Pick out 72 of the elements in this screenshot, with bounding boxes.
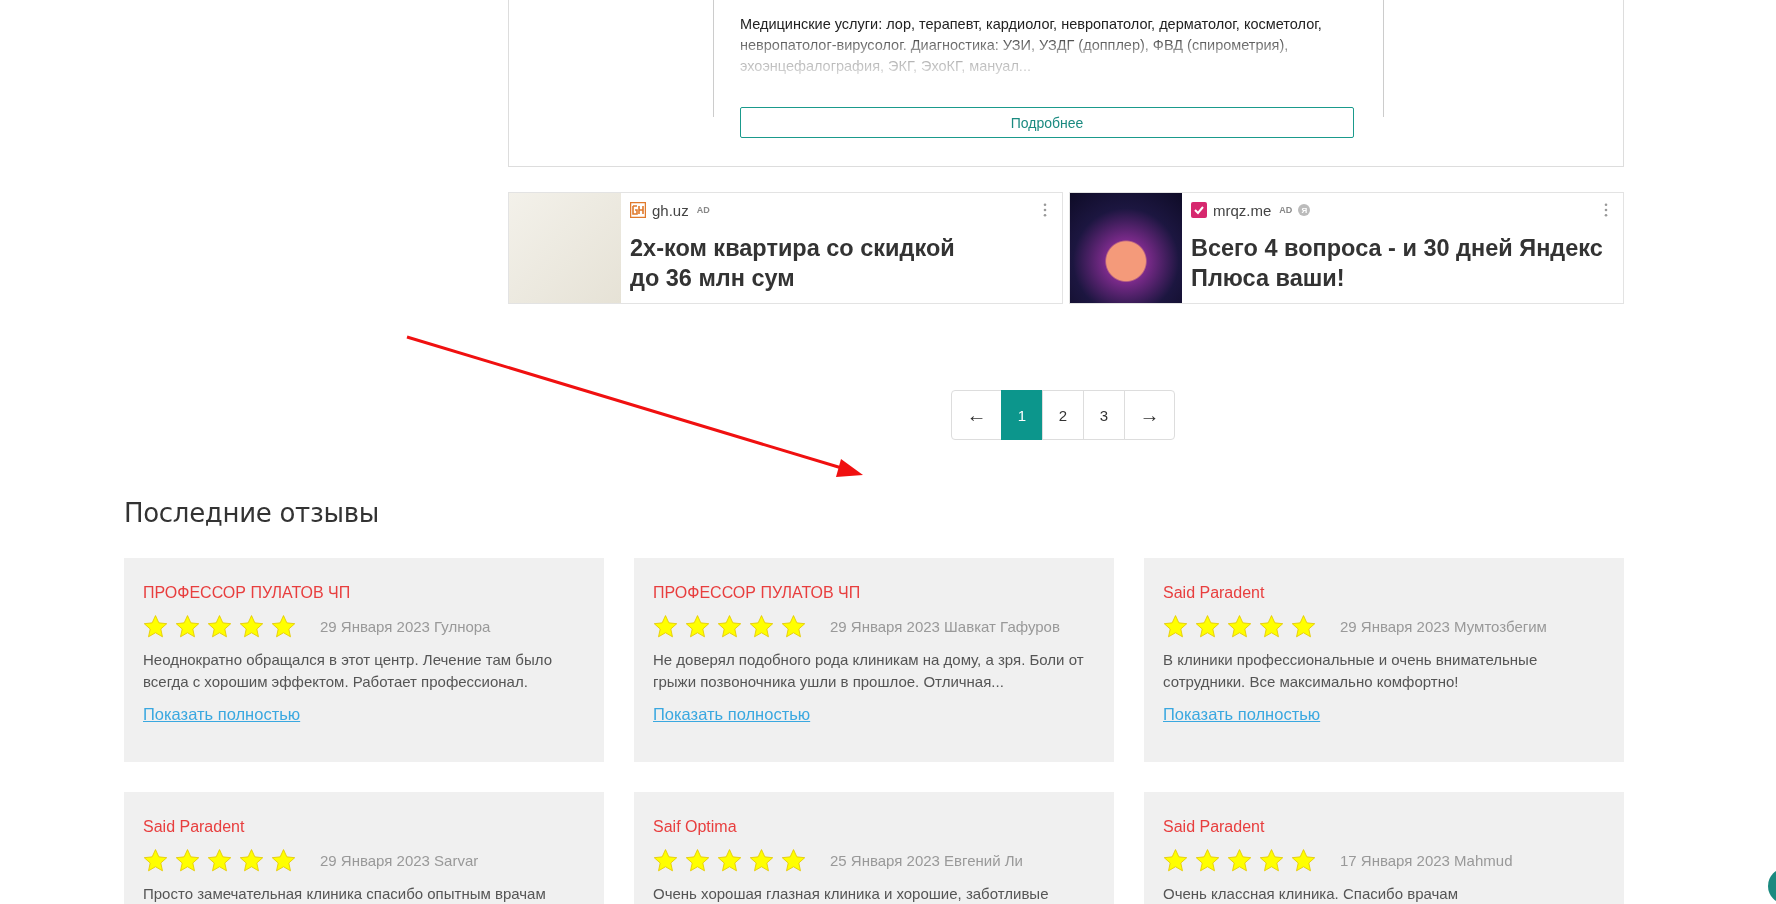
clinic-name[interactable]: ПРОФЕССОР ПУЛАТОВ ЧП: [143, 584, 585, 602]
star-icon: [207, 848, 232, 873]
star-icon: [749, 848, 774, 873]
page-button[interactable]: 1: [1001, 390, 1043, 440]
section-heading: Последние отзывы: [124, 498, 380, 528]
ad-headline[interactable]: 2х-ком квартира со скидкой до 36 млн сум: [630, 233, 975, 293]
star-icon: [207, 614, 232, 639]
review-text: Очень классная клиника. Спасибо врачам: [1163, 884, 1459, 904]
next-page-button[interactable]: →: [1124, 390, 1175, 440]
review-date-author: 29 Января 2023 Sarvar: [320, 852, 479, 869]
star-icon: [685, 614, 710, 639]
review-text: Очень хорошая глазная клиника и хорошие, заботливые: [653, 884, 1050, 904]
star-icon: [143, 614, 168, 639]
review-text: Просто замечательная клиника спасибо опытным врачам: [143, 884, 547, 904]
review-date-author: 29 Января 2023 Гулнора: [320, 618, 491, 635]
show-full-link[interactable]: Показать полностью: [143, 705, 301, 724]
star-icon: [239, 614, 264, 639]
star-icon: [653, 848, 678, 873]
review-date-author: 17 Января 2023 Mahmud: [1340, 852, 1513, 869]
details-button[interactable]: Подробнее: [740, 107, 1354, 138]
star-icon: [1259, 614, 1284, 639]
clinic-name[interactable]: Said Paradent: [1163, 584, 1605, 602]
star-icon: [239, 848, 264, 873]
clinic-name[interactable]: Said Paradent: [1163, 818, 1605, 836]
ad-card[interactable]: gh.uz AD 2х-ком квартира со скидкой до 36 млн сум: [508, 192, 1063, 304]
review-text: Неоднократно обращался в этот центр. Лечение там было всегда с хорошим эффектом. Работает профессионал.: [143, 650, 553, 692]
star-icon: [781, 848, 806, 873]
clinic-description: Медицинские услуги: лор, терапевт, кардиолог, невропатолог, дерматолог, косметолог, невропатолог-вирусолог. Диагностика: УЗИ, УЗДГ (допплер), ФВД (спирометрия), эхоэнцефалография, ЭКГ, ЭхоКГ, мануал...: [740, 15, 1323, 76]
star-icon: [1291, 848, 1316, 873]
clinic-name[interactable]: Said Paradent: [143, 818, 585, 836]
page-button[interactable]: 2: [1042, 390, 1084, 440]
star-icon: [1259, 848, 1284, 873]
star-icon: [1291, 614, 1316, 639]
star-icon: [1163, 614, 1188, 639]
clinic-name[interactable]: Saif Optima: [653, 818, 1095, 836]
review-date-author: 29 Января 2023 Шавкат Гафуров: [830, 618, 1060, 635]
star-icon: [1195, 614, 1220, 639]
show-full-link[interactable]: Показать полностью: [1163, 705, 1321, 724]
ad-label: AD: [696, 205, 710, 215]
review-date-author: 29 Января 2023 Мумтозбегим: [1340, 618, 1547, 635]
star-icon: [271, 848, 296, 873]
more-options-icon[interactable]: [1043, 203, 1047, 217]
more-options-icon[interactable]: [1604, 203, 1608, 217]
yandex-badge: Я: [1298, 204, 1311, 216]
ad-domain[interactable]: mrqz.me: [1213, 201, 1272, 219]
star-icon: [1227, 848, 1252, 873]
star-icon: [685, 848, 710, 873]
star-icon: [717, 614, 742, 639]
show-full-link[interactable]: Показать полностью: [653, 705, 811, 724]
star-icon: [175, 614, 200, 639]
previous-page-button[interactable]: ←: [951, 390, 1002, 440]
review-text: Не доверял подобного рода клиникам на дому, а зря. Боли от грыжи позвоночника ушли в прошлое. Отличная...: [653, 650, 1085, 692]
star-icon: [1195, 848, 1220, 873]
star-icon: [175, 848, 200, 873]
star-icon: [1163, 848, 1188, 873]
clinic-name[interactable]: ПРОФЕССОР ПУЛАТОВ ЧП: [653, 584, 1095, 602]
ad-headline[interactable]: Всего 4 вопроса - и 30 дней Яндекс Плюса ваши!: [1191, 233, 1613, 293]
star-icon: [653, 614, 678, 639]
star-icon: [781, 614, 806, 639]
ad-domain[interactable]: gh.uz: [652, 201, 689, 219]
star-icon: [143, 848, 168, 873]
ad-label: AD: [1279, 205, 1293, 215]
page-button[interactable]: 3: [1083, 390, 1125, 440]
star-icon: [749, 614, 774, 639]
star-icon: [271, 614, 296, 639]
checkbox-logo-icon: [1191, 202, 1207, 218]
ad-card[interactable]: mrqz.me AD Я Всего 4 вопроса - и 30 дней Яндекс Плюса ваши!: [1069, 192, 1624, 304]
star-icon: [717, 848, 742, 873]
review-text: В клиники профессиональные и очень внимательные сотрудники. Все максимально комфортно!: [1163, 650, 1539, 692]
review-date-author: 25 Января 2023 Евгений Ли: [830, 852, 1023, 869]
star-icon: [1227, 614, 1252, 639]
site-logo-icon: [630, 202, 646, 218]
